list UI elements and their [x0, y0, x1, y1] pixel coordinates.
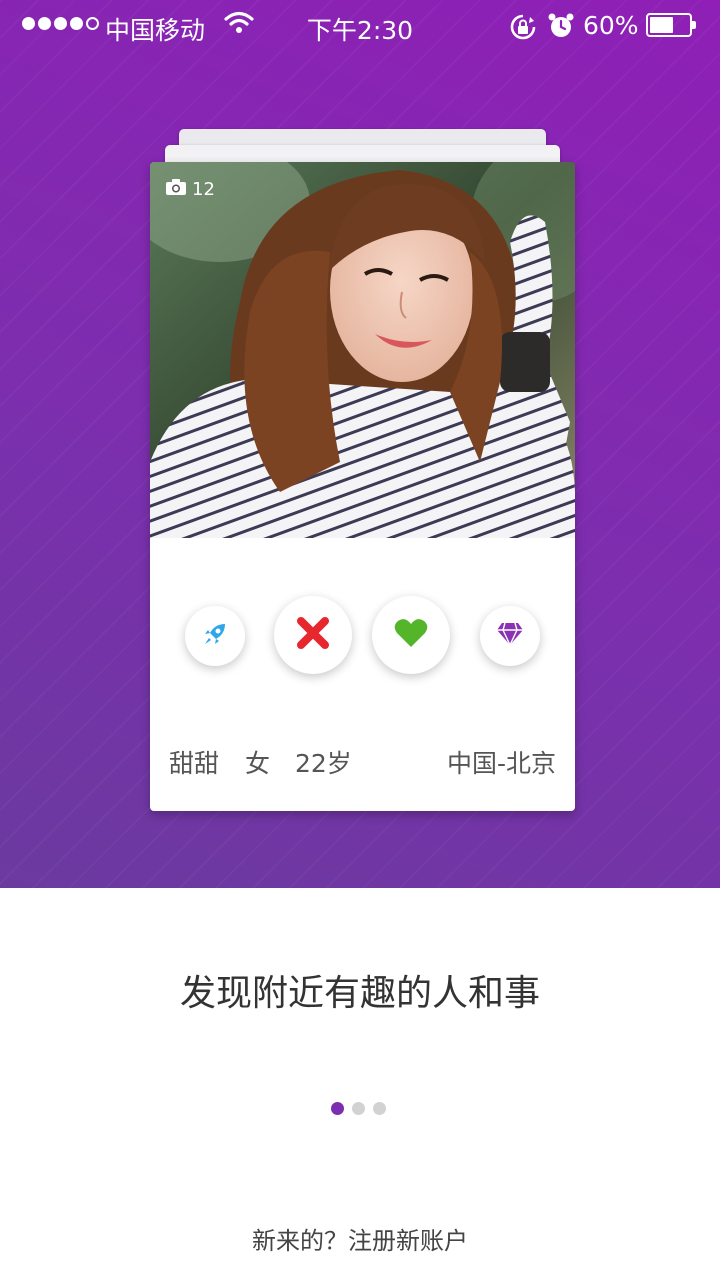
profile-card[interactable]: 12 甜甜 女 22岁 中国-北京 — [150, 162, 575, 811]
rocket-icon — [201, 620, 229, 652]
boost-button[interactable] — [185, 606, 245, 666]
like-button[interactable] — [372, 596, 450, 674]
profile-location: 中国-北京 — [446, 749, 556, 778]
profile-photo[interactable]: 12 — [150, 162, 575, 538]
heart-icon — [394, 618, 428, 652]
profile-info: 甜甜 女 22岁 中国-北京 — [150, 744, 575, 784]
profile-photo-illustration — [150, 162, 575, 538]
profile-gender: 女 — [245, 749, 271, 778]
profile-name: 甜甜 — [169, 749, 220, 778]
page-indicator — [331, 1102, 386, 1115]
profile-age: 22岁 — [295, 749, 352, 778]
onboarding-tagline: 发现附近有趣的人和事 — [179, 973, 540, 1014]
photo-count: 12 — [166, 179, 215, 200]
page-dot[interactable] — [352, 1102, 365, 1115]
card-actions — [150, 538, 575, 698]
page-dot[interactable] — [331, 1102, 344, 1115]
hero-section: 中国移动 下午2:30 60% 12 甜甜 女 22岁 中国-北京 — [0, 0, 720, 888]
close-icon — [295, 615, 331, 655]
status-bar: 中国移动 下午2:30 60% — [0, 0, 720, 52]
battery-level-fill — [650, 17, 673, 33]
diamond-icon — [496, 622, 524, 650]
page-dot[interactable] — [373, 1102, 386, 1115]
battery-icon — [646, 13, 696, 37]
super-like-button[interactable] — [480, 606, 540, 666]
register-link[interactable]: 新来的？注册新账户 — [0, 1221, 720, 1256]
alarm-clock-icon — [548, 12, 574, 44]
rotation-lock-icon — [509, 13, 537, 45]
camera-icon — [166, 179, 186, 200]
photo-count-value: 12 — [192, 179, 215, 200]
reject-button[interactable] — [274, 596, 352, 674]
battery-percentage: 60% — [583, 11, 639, 40]
